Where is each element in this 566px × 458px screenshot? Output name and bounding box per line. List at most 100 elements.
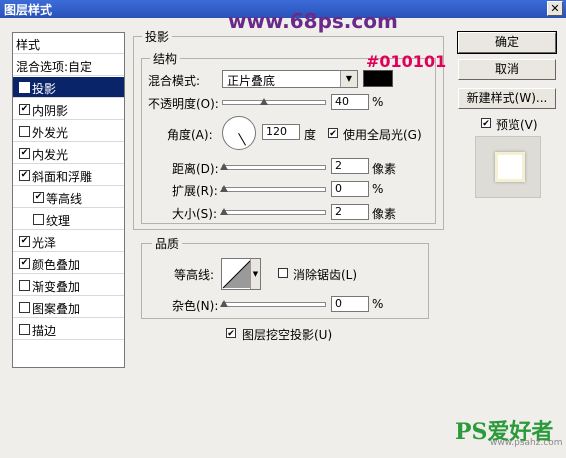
style-list-item[interactable]: ✔ 内发光 bbox=[13, 143, 124, 164]
size-slider[interactable] bbox=[220, 208, 326, 215]
spread-label: 扩展(R): bbox=[172, 184, 218, 198]
distance-slider-knob[interactable] bbox=[220, 163, 228, 170]
chevron-down-icon[interactable]: ▼ bbox=[250, 259, 260, 289]
noise-slider[interactable] bbox=[220, 300, 326, 307]
style-list-item[interactable]: 混合选项:自定 bbox=[13, 55, 124, 76]
spread-field[interactable]: 0 bbox=[331, 181, 369, 197]
preview-label: 预览(V) bbox=[496, 118, 538, 132]
style-list-item[interactable]: 样式 bbox=[13, 33, 124, 54]
cancel-button[interactable]: 取消 bbox=[458, 59, 556, 80]
style-list-label: 光泽 bbox=[32, 236, 57, 250]
size-label: 大小(S): bbox=[172, 207, 218, 221]
ok-button[interactable]: 确定 bbox=[457, 31, 557, 54]
preview-checkbox[interactable]: ✔ bbox=[481, 118, 491, 129]
preview-swatch bbox=[495, 152, 525, 182]
distance-field[interactable]: 2 bbox=[331, 158, 369, 174]
style-list-label: 样式 bbox=[16, 38, 41, 52]
angle-unit: 度 bbox=[304, 128, 317, 142]
global-light-label: 使用全局光(G) bbox=[343, 128, 422, 142]
style-list-item[interactable]: ✔ 投影 bbox=[13, 77, 124, 98]
style-list-item[interactable]: ✔ 斜面和浮雕 bbox=[13, 165, 124, 186]
contour-curve-icon bbox=[222, 259, 252, 289]
style-checkbox[interactable]: ✔ bbox=[19, 104, 30, 115]
angle-label: 角度(A): bbox=[167, 128, 213, 142]
shadow-color-swatch[interactable] bbox=[363, 70, 393, 87]
preview-thumbnail bbox=[475, 136, 541, 198]
spread-unit: % bbox=[372, 182, 384, 196]
opacity-field[interactable]: 40 bbox=[331, 94, 369, 110]
global-light-checkbox[interactable]: ✔ bbox=[328, 128, 338, 139]
window-title: 图层样式 bbox=[4, 3, 53, 17]
style-list-item[interactable]: ✔ 内阴影 bbox=[13, 99, 124, 120]
opacity-slider-knob[interactable] bbox=[259, 98, 268, 105]
style-checkbox[interactable]: ✔ bbox=[19, 148, 30, 159]
shadow-group-title: 投影 bbox=[142, 28, 173, 45]
angle-dial[interactable] bbox=[222, 116, 256, 150]
spread-slider-knob[interactable] bbox=[220, 185, 228, 192]
style-list-label: 外发光 bbox=[32, 126, 69, 140]
contour-label: 等高线: bbox=[174, 268, 215, 282]
style-list-label: 渐变叠加 bbox=[32, 280, 81, 294]
distance-slider[interactable] bbox=[220, 163, 326, 170]
quality-title: 品质 bbox=[152, 235, 183, 252]
style-checkbox[interactable] bbox=[19, 324, 30, 335]
size-slider-knob[interactable] bbox=[220, 208, 228, 215]
distance-label: 距离(D): bbox=[172, 162, 219, 176]
site-logo-url: www.psahz.com bbox=[490, 438, 563, 448]
style-list-item[interactable]: 图案叠加 bbox=[13, 297, 124, 318]
angle-field[interactable]: 120 bbox=[262, 124, 300, 140]
style-checkbox[interactable]: ✔ bbox=[19, 82, 30, 93]
style-checkbox[interactable] bbox=[19, 126, 30, 137]
distance-unit: 像素 bbox=[372, 162, 397, 176]
style-list-item[interactable]: 渐变叠加 bbox=[13, 275, 124, 296]
style-list-label: 内发光 bbox=[32, 148, 69, 162]
style-list-label: 图案叠加 bbox=[32, 302, 81, 316]
style-checkbox[interactable] bbox=[19, 280, 30, 291]
angle-dial-hand bbox=[238, 133, 246, 146]
style-checkbox[interactable]: ✔ bbox=[19, 236, 30, 247]
noise-unit: % bbox=[372, 297, 384, 311]
style-list-label: 颜色叠加 bbox=[32, 258, 81, 272]
style-checkbox[interactable]: ✔ bbox=[19, 258, 30, 269]
contour-picker[interactable]: ▼ bbox=[221, 258, 261, 290]
style-list-item[interactable]: 外发光 bbox=[13, 121, 124, 142]
style-list-label: 混合选项:自定 bbox=[16, 60, 93, 74]
chevron-down-icon[interactable]: ▼ bbox=[340, 71, 357, 87]
style-list-label: 内阴影 bbox=[32, 104, 69, 118]
new-style-button[interactable]: 新建样式(W)... bbox=[458, 88, 556, 109]
style-list-label: 斜面和浮雕 bbox=[32, 170, 93, 184]
close-button[interactable]: ✕ bbox=[547, 1, 563, 16]
noise-slider-knob[interactable] bbox=[220, 300, 228, 307]
antialias-checkbox[interactable] bbox=[278, 268, 288, 278]
style-checkbox[interactable]: ✔ bbox=[33, 192, 44, 203]
style-list: 样式 混合选项:自定 ✔ 投影 ✔ 内阴影 外发光 ✔ 内发光 ✔ 斜面和浮雕 ✔ 等高线 纹理 ✔ 光泽 ✔ 颜… bbox=[12, 32, 125, 368]
style-checkbox[interactable] bbox=[33, 214, 44, 225]
knockout-label: 图层挖空投影(U) bbox=[242, 328, 333, 342]
opacity-label: 不透明度(O): bbox=[148, 97, 219, 111]
knockout-checkbox[interactable]: ✔ bbox=[226, 328, 236, 339]
size-unit: 像素 bbox=[372, 207, 397, 221]
color-hex-annotation: #010101 bbox=[366, 52, 447, 71]
style-list-item[interactable]: ✔ 光泽 bbox=[13, 231, 124, 252]
style-list-label: 等高线 bbox=[46, 192, 83, 206]
style-list-label: 描边 bbox=[32, 324, 57, 338]
style-checkbox[interactable]: ✔ bbox=[19, 170, 30, 181]
style-list-label: 投影 bbox=[32, 82, 57, 96]
style-list-item[interactable]: 纹理 bbox=[13, 209, 124, 230]
style-checkbox[interactable] bbox=[19, 302, 30, 313]
size-field[interactable]: 2 bbox=[331, 204, 369, 220]
style-list-item[interactable]: ✔ 等高线 bbox=[13, 187, 124, 208]
noise-field[interactable]: 0 bbox=[331, 296, 369, 312]
style-list-item[interactable]: ✔ 颜色叠加 bbox=[13, 253, 124, 274]
noise-label: 杂色(N): bbox=[172, 299, 219, 313]
spread-slider[interactable] bbox=[220, 185, 326, 192]
watermark-text: www.68ps.com bbox=[228, 9, 398, 33]
style-list-label: 纹理 bbox=[46, 214, 71, 228]
style-list-item[interactable]: 描边 bbox=[13, 319, 124, 340]
blend-mode-value: 正片叠底 bbox=[227, 74, 276, 88]
antialias-label: 消除锯齿(L) bbox=[293, 268, 358, 282]
opacity-slider[interactable] bbox=[222, 98, 326, 105]
structure-title: 结构 bbox=[150, 50, 181, 67]
blend-mode-label: 混合模式: bbox=[148, 74, 201, 88]
blend-mode-select[interactable]: 正片叠底 ▼ bbox=[222, 70, 358, 88]
